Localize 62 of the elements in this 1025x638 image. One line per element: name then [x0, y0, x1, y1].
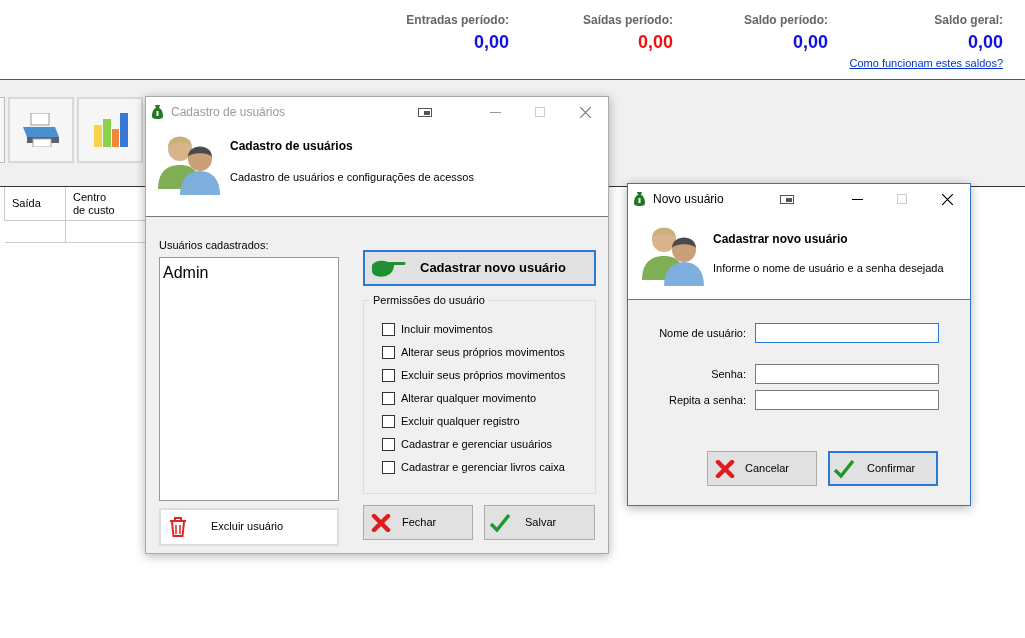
- help-link[interactable]: Como funcionam estes saldos?: [849, 55, 1003, 72]
- money-bag-icon: [152, 105, 163, 119]
- summary-label: Entradas período:: [406, 12, 509, 29]
- bar-chart-icon: [92, 113, 128, 147]
- field-label: Nome de usuário:: [658, 325, 746, 341]
- summary-value: 0,00: [967, 31, 1003, 54]
- field-label: Repita a senha:: [667, 392, 746, 408]
- dialog-description: Informe o nome de usuário e a senha desejada: [713, 261, 944, 276]
- group-title: Permissões do usuário: [370, 293, 488, 307]
- chart-button[interactable]: [77, 97, 143, 163]
- trash-icon: [169, 516, 187, 537]
- text-field[interactable]: [755, 364, 939, 384]
- checkbox[interactable]: [382, 414, 395, 428]
- dialog-description: Cadastro de usuários e configurações de acessos: [230, 170, 474, 185]
- close-icon[interactable]: [942, 193, 953, 205]
- confirm-button[interactable]: Confirmar: [828, 451, 938, 486]
- money-bag-icon: [634, 192, 645, 206]
- snap-icon[interactable]: [418, 107, 432, 117]
- save-button[interactable]: Salvar: [484, 505, 595, 540]
- window-title: Cadastro de usuários: [171, 104, 286, 121]
- checkbox[interactable]: [382, 368, 395, 382]
- text-field[interactable]: [755, 323, 939, 343]
- checkbox-label: Excluir seus próprios movimentos: [401, 367, 566, 383]
- snap-icon[interactable]: [780, 194, 794, 204]
- checkbox-label: Alterar qualquer movimento: [401, 390, 537, 406]
- checkbox[interactable]: [382, 460, 395, 474]
- summary-value: 0,00: [792, 31, 828, 54]
- checkmark-icon: [489, 512, 511, 533]
- checkbox-label: Excluir qualquer registro: [401, 413, 520, 429]
- print-button[interactable]: [8, 97, 74, 163]
- printer-icon: [21, 113, 61, 147]
- dialog-heading: Cadastrar novo usuário: [713, 231, 849, 248]
- users-list[interactable]: Admin: [159, 256, 339, 501]
- checkbox[interactable]: [382, 391, 395, 405]
- checkbox-label: Incluir movimentos: [401, 321, 493, 337]
- cross-icon: [371, 513, 391, 532]
- checkbox[interactable]: [382, 322, 395, 336]
- checkbox-label: Alterar seus próprios movimentos: [401, 344, 565, 360]
- summary-label: Saldo geral:: [934, 12, 1003, 29]
- checkbox-label: Cadastrar e gerenciar livros caixa: [401, 459, 565, 475]
- pointing-hand-icon: [370, 259, 406, 277]
- field-label: Senha:: [710, 366, 746, 382]
- close-button[interactable]: Fechar: [363, 505, 473, 540]
- delete-user-button[interactable]: Excluir usuário: [159, 507, 339, 546]
- checkbox-label: Cadastrar e gerenciar usuários: [401, 436, 553, 452]
- new-user-button[interactable]: Cadastrar novo usuário: [363, 250, 596, 286]
- summary-value: 0,00: [637, 31, 673, 54]
- summary-label: Saídas período:: [582, 12, 673, 29]
- column-header: Saída: [5, 187, 66, 220]
- text-field[interactable]: [755, 390, 939, 410]
- checkbox[interactable]: [382, 345, 395, 359]
- minimize-icon[interactable]: [852, 198, 863, 200]
- cross-icon: [715, 459, 735, 478]
- user-list-item[interactable]: Admin: [163, 260, 209, 285]
- window-title: Novo usuário: [653, 191, 724, 208]
- checkbox[interactable]: [382, 437, 395, 451]
- summary-value: 0,00: [473, 31, 509, 54]
- cancel-button[interactable]: Cancelar: [707, 451, 817, 486]
- dialog-heading: Cadastro de usuários: [230, 138, 354, 155]
- summary-label: Saldo período:: [744, 12, 828, 29]
- users-label: Usuários cadastrados:: [159, 238, 270, 253]
- checkmark-icon: [833, 458, 855, 479]
